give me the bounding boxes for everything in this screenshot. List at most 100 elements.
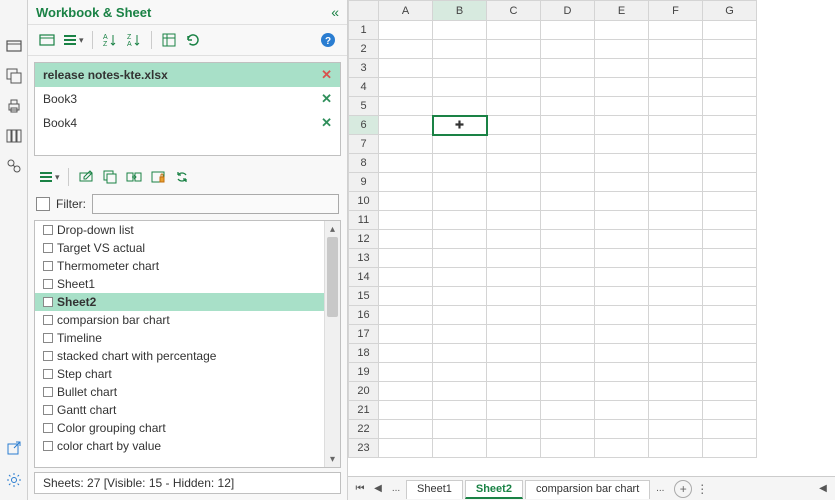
cell[interactable]: [379, 40, 433, 59]
cell[interactable]: [487, 154, 541, 173]
cell[interactable]: [595, 439, 649, 458]
toolbar-table-icon[interactable]: [158, 29, 180, 51]
row-header[interactable]: 15: [349, 287, 379, 306]
cell[interactable]: [595, 230, 649, 249]
cell[interactable]: [379, 287, 433, 306]
cell[interactable]: [487, 40, 541, 59]
cell[interactable]: [595, 78, 649, 97]
tab-find-icon[interactable]: [4, 154, 24, 178]
help-icon[interactable]: ?: [317, 29, 339, 51]
column-header[interactable]: B: [433, 1, 487, 21]
cell[interactable]: [487, 116, 541, 135]
sheet-checkbox[interactable]: [43, 405, 53, 415]
cell[interactable]: [703, 249, 757, 268]
cell[interactable]: [595, 382, 649, 401]
cell[interactable]: [703, 382, 757, 401]
cell[interactable]: [433, 268, 487, 287]
cell[interactable]: [433, 78, 487, 97]
cell[interactable]: [433, 249, 487, 268]
cell[interactable]: [433, 325, 487, 344]
cell[interactable]: [649, 59, 703, 78]
cell[interactable]: ✚: [433, 116, 487, 135]
cell[interactable]: [379, 325, 433, 344]
cell[interactable]: [649, 287, 703, 306]
cell[interactable]: [703, 40, 757, 59]
cell[interactable]: [595, 420, 649, 439]
cell[interactable]: [379, 363, 433, 382]
cell[interactable]: [379, 249, 433, 268]
sheet-tab[interactable]: Sheet1: [406, 480, 463, 499]
row-header[interactable]: 4: [349, 78, 379, 97]
cell[interactable]: [541, 78, 595, 97]
cell[interactable]: [649, 116, 703, 135]
cell[interactable]: [433, 230, 487, 249]
row-header[interactable]: 3: [349, 59, 379, 78]
cell[interactable]: [703, 439, 757, 458]
cell[interactable]: [541, 401, 595, 420]
tab-overflow[interactable]: ...: [652, 480, 668, 498]
collapse-pin-icon[interactable]: «: [331, 4, 339, 20]
cell[interactable]: [703, 230, 757, 249]
cell[interactable]: [433, 97, 487, 116]
tab-workbooks-icon[interactable]: [4, 34, 24, 58]
cell[interactable]: [487, 173, 541, 192]
row-header[interactable]: 21: [349, 401, 379, 420]
cell[interactable]: [595, 249, 649, 268]
cell[interactable]: [649, 192, 703, 211]
cell[interactable]: [595, 40, 649, 59]
row-header[interactable]: 20: [349, 382, 379, 401]
cell[interactable]: [541, 420, 595, 439]
cell[interactable]: [649, 40, 703, 59]
cell[interactable]: [433, 154, 487, 173]
row-header[interactable]: 22: [349, 420, 379, 439]
cell[interactable]: [379, 268, 433, 287]
cell[interactable]: [541, 344, 595, 363]
add-sheet-button[interactable]: +: [674, 480, 692, 498]
sheet-tab[interactable]: comparsion bar chart: [525, 480, 650, 499]
cell[interactable]: [595, 192, 649, 211]
cell[interactable]: [379, 211, 433, 230]
sheet-checkbox[interactable]: [43, 225, 53, 235]
sheet-checkbox[interactable]: [43, 369, 53, 379]
row-header[interactable]: 6: [349, 116, 379, 135]
cell[interactable]: [487, 211, 541, 230]
cell[interactable]: [379, 401, 433, 420]
cell[interactable]: [703, 420, 757, 439]
toolbar-window-icon[interactable]: [36, 29, 58, 51]
sheet-item[interactable]: Gantt chart: [35, 401, 324, 419]
cell[interactable]: [703, 363, 757, 382]
cell[interactable]: [595, 344, 649, 363]
sheet-list-dropdown[interactable]: ▾: [36, 169, 62, 185]
cell[interactable]: [703, 173, 757, 192]
cell[interactable]: [649, 249, 703, 268]
row-header[interactable]: 5: [349, 97, 379, 116]
external-link-icon[interactable]: [4, 436, 24, 460]
tab-windows-icon[interactable]: [4, 64, 24, 88]
cell[interactable]: [433, 173, 487, 192]
settings-gear-icon[interactable]: [4, 468, 24, 492]
cell[interactable]: [433, 135, 487, 154]
sheet-item[interactable]: Timeline: [35, 329, 324, 347]
cell[interactable]: [595, 287, 649, 306]
cell[interactable]: [433, 40, 487, 59]
cell[interactable]: [379, 154, 433, 173]
cell[interactable]: [595, 59, 649, 78]
cell[interactable]: [703, 135, 757, 154]
sort-asc-icon[interactable]: AZ: [99, 29, 121, 51]
sheet-checkbox[interactable]: [43, 297, 53, 307]
cell[interactable]: [649, 363, 703, 382]
cell[interactable]: [703, 268, 757, 287]
cell[interactable]: [433, 382, 487, 401]
cell[interactable]: [487, 325, 541, 344]
cell[interactable]: [595, 268, 649, 287]
cell[interactable]: [541, 97, 595, 116]
cell[interactable]: [649, 173, 703, 192]
scroll-thumb[interactable]: [327, 237, 338, 317]
row-header[interactable]: 8: [349, 154, 379, 173]
close-icon[interactable]: ✕: [321, 115, 332, 131]
sheet-checkbox[interactable]: [43, 243, 53, 253]
cell[interactable]: [379, 21, 433, 40]
sheet-checkbox[interactable]: [43, 279, 53, 289]
row-header[interactable]: 23: [349, 439, 379, 458]
column-header[interactable]: G: [703, 1, 757, 21]
